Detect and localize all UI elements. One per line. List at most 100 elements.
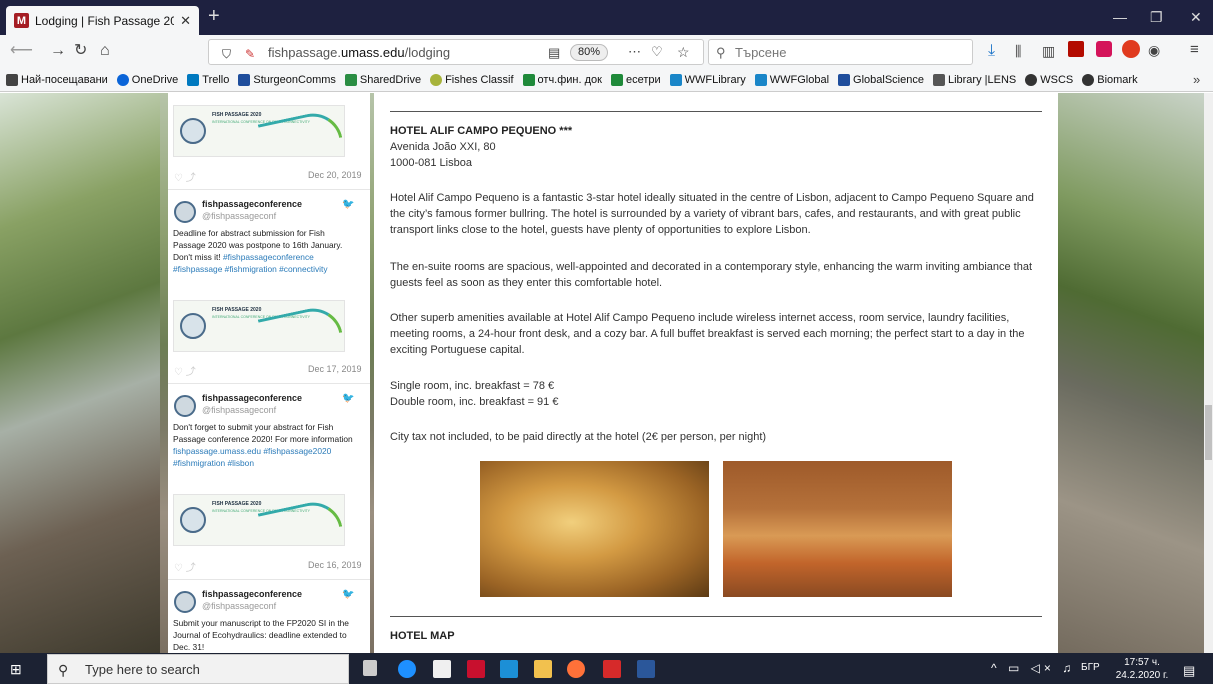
close-tab-icon[interactable]: ✕ — [180, 13, 191, 29]
bookmark-item[interactable]: SharedDrive — [344, 73, 421, 86]
store-icon[interactable] — [433, 660, 451, 678]
close-window-button[interactable]: ✕ — [1190, 9, 1202, 26]
edge-browser-icon[interactable] — [398, 660, 416, 678]
tweet-author[interactable]: fishpassageconference — [202, 393, 302, 403]
like-reply-icons[interactable]: ♡ ⤴ — [174, 559, 196, 574]
browser-tab[interactable]: M Lodging | Fish Passage 2020 - L ✕ — [6, 6, 199, 35]
reader-view-icon[interactable]: ▤ — [548, 45, 560, 61]
insecure-lock-icon[interactable]: ✎ — [245, 46, 255, 62]
bookmark-item[interactable]: GlobalScience — [838, 73, 924, 86]
new-tab-button[interactable]: + — [208, 6, 220, 26]
task-view-icon[interactable] — [363, 660, 377, 676]
tweet-image-card[interactable]: FISH PASSAGE 2020 INTERNATIONAL CONFEREN… — [173, 105, 345, 157]
page-actions-icon[interactable]: ⋯ — [628, 44, 641, 60]
restore-button[interactable]: ❐ — [1150, 9, 1163, 26]
more-bookmarks-chevron-icon[interactable]: » — [1193, 72, 1200, 88]
system-clock[interactable]: 17:57 ч. 24.2.2020 г. — [1110, 656, 1174, 682]
bookmark-item[interactable]: есетри — [610, 73, 661, 86]
download-icon[interactable]: ⤓ — [988, 43, 995, 59]
like-reply-icons[interactable]: ♡ ⤴ — [174, 363, 196, 378]
extension-icon[interactable] — [1096, 41, 1112, 57]
hotel-room-photo[interactable] — [723, 461, 952, 597]
bookmark-item[interactable]: WSCS — [1025, 73, 1073, 86]
tweet-handle[interactable]: @fishpassageconf — [202, 601, 276, 611]
word-icon[interactable] — [637, 660, 655, 678]
tweet-image-card[interactable]: FISH PASSAGE 2020 INTERNATIONAL CONFEREN… — [173, 494, 345, 546]
twitter-bird-icon[interactable]: 🐦 — [342, 199, 354, 210]
tweet-date[interactable]: Dec 16, 2019 — [308, 560, 362, 570]
bookmark-icon — [238, 73, 251, 86]
zoom-level-badge[interactable]: 80% — [570, 44, 609, 61]
tweet-author[interactable]: fishpassageconference — [202, 199, 302, 209]
flag-uk-icon[interactable] — [467, 660, 485, 678]
bookmark-label: WWFGlobal — [769, 73, 830, 86]
bookmark-item[interactable]: WWFLibrary — [669, 73, 746, 86]
tweet-date[interactable]: Dec 20, 2019 — [308, 170, 362, 180]
windows-start-icon[interactable]: ⊞ — [10, 661, 22, 678]
home-icon[interactable]: ⌂ — [100, 43, 110, 59]
input-language[interactable]: БГР — [1081, 662, 1100, 673]
bookmark-item[interactable]: Най-посещавани — [6, 73, 108, 86]
bookmark-item[interactable]: Trello — [187, 73, 230, 86]
hotel-lobby-photo[interactable] — [480, 461, 709, 597]
bookmark-item[interactable]: отч.фин. док — [522, 73, 602, 86]
forward-arrow-icon[interactable]: → — [50, 43, 66, 59]
pdf-reader-icon[interactable] — [603, 660, 621, 678]
menu-icon[interactable]: ≡ — [1190, 42, 1199, 58]
sidebar-icon[interactable]: ▥ — [1042, 43, 1055, 59]
firefox-icon[interactable] — [567, 660, 585, 678]
tweet-author[interactable]: fishpassageconference — [202, 589, 302, 599]
card-title: FISH PASSAGE 2020 — [212, 112, 262, 118]
tweet-date[interactable]: Dec 17, 2019 — [308, 364, 362, 374]
pdf-extension-icon[interactable] — [1068, 41, 1084, 57]
url-text[interactable]: fishpassage.umass.edu/lodging — [268, 45, 450, 60]
bookmark-icon — [430, 73, 443, 86]
bookmark-item[interactable]: WWFGlobal — [754, 73, 830, 86]
account-icon[interactable]: ◉ — [1148, 42, 1160, 58]
search-input[interactable]: Търсене — [735, 45, 786, 60]
file-explorer-icon[interactable] — [534, 660, 552, 678]
bookmark-star-icon[interactable]: ☆ — [677, 44, 690, 60]
avatar[interactable] — [174, 201, 196, 223]
bookmark-label: SturgeonComms — [253, 73, 336, 86]
bookmark-label: есетри — [625, 73, 661, 86]
media-player-icon[interactable] — [500, 660, 518, 678]
bookmark-icon — [6, 73, 18, 86]
tweet-image-card[interactable]: FISH PASSAGE 2020 INTERNATIONAL CONFEREN… — [173, 300, 345, 352]
bookmark-icon — [1025, 73, 1038, 86]
like-reply-icons[interactable]: ♡ ⤴ — [174, 169, 196, 184]
bookmark-label: отч.фин. док — [537, 73, 602, 86]
avatar[interactable] — [174, 591, 196, 613]
avatar[interactable] — [174, 395, 196, 417]
minimize-button[interactable]: — — [1113, 9, 1127, 25]
bookmark-item[interactable]: Fishes Classif — [430, 73, 514, 86]
shield-icon[interactable]: ⛉ — [222, 46, 231, 62]
notification-extension-icon[interactable] — [1122, 40, 1140, 58]
twitter-bird-icon[interactable]: 🐦 — [342, 589, 354, 600]
notifications-icon[interactable]: ▤ — [1183, 663, 1195, 679]
tweet-handle[interactable]: @fishpassageconf — [202, 211, 276, 221]
page-scrollbar[interactable] — [1204, 93, 1213, 653]
scrollbar-thumb[interactable] — [1205, 405, 1212, 460]
tweet-handle[interactable]: @fishpassageconf — [202, 405, 276, 415]
bookmark-label: GlobalScience — [853, 73, 924, 86]
card-title: FISH PASSAGE 2020 — [212, 501, 262, 507]
back-arrow-icon[interactable]: ⟵ — [10, 43, 33, 59]
twitter-bird-icon[interactable]: 🐦 — [342, 393, 354, 404]
system-tray-icons[interactable]: ^ ▭ ◁× ♫ — [991, 661, 1075, 675]
bookmark-item[interactable]: Library |LENS — [932, 73, 1016, 86]
library-icon[interactable]: ⫼ — [1015, 43, 1021, 59]
wave-graphic — [257, 108, 343, 154]
taskbar-search-input[interactable]: Type here to search — [85, 662, 200, 677]
pocket-icon[interactable]: ♡ — [651, 44, 663, 60]
twitter-feed[interactable]: FISH PASSAGE 2020 INTERNATIONAL CONFEREN… — [168, 93, 370, 653]
tweet-link[interactable]: fishpassage.umass.edu — [173, 446, 261, 456]
bookmark-label: Trello — [202, 73, 230, 86]
bookmark-item[interactable]: Biomark — [1082, 73, 1138, 86]
bookmark-icon — [187, 73, 200, 86]
umass-favicon-icon: M — [14, 13, 29, 28]
reload-icon[interactable]: ↻ — [74, 43, 87, 59]
bookmark-item[interactable]: OneDrive — [116, 73, 178, 86]
bookmark-item[interactable]: SturgeonComms — [238, 73, 336, 86]
bookmark-icon — [1082, 73, 1095, 86]
